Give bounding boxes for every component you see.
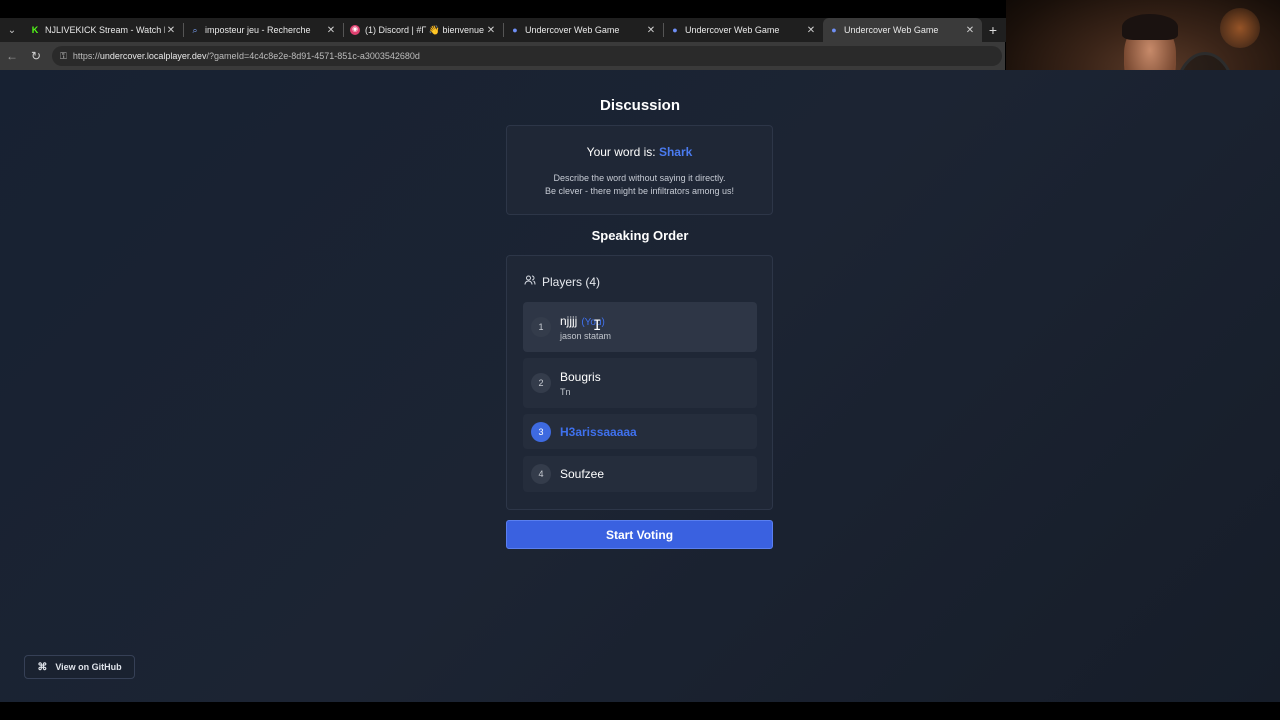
- new-tab-icon[interactable]: +: [982, 22, 1004, 38]
- kick-icon: K: [31, 25, 39, 35]
- user-icon: ●: [831, 25, 837, 35]
- webcam-lamp: [1220, 8, 1260, 48]
- user-icon: ●: [672, 25, 678, 35]
- discord-icon: ◉: [350, 25, 360, 35]
- close-tab-icon[interactable]: ✕: [165, 25, 177, 36]
- tab-title: Undercover Web Game: [525, 25, 620, 35]
- webcam-person-hair: [1122, 14, 1178, 40]
- players-count: Players (4): [542, 274, 601, 289]
- player-subtitle: jason statam: [560, 330, 612, 341]
- player-info: Soufzee: [560, 467, 604, 481]
- word-hint: Describe the word without saying it dire…: [507, 172, 772, 198]
- tab-search-dropdown-icon[interactable]: ⌄: [0, 18, 24, 42]
- url-host: undercover.localplayer.dev: [99, 51, 207, 61]
- secret-word: Shark: [658, 145, 693, 159]
- github-icon: ⌘: [37, 661, 48, 673]
- word-line: Your word is: Shark: [507, 145, 772, 159]
- player-name: njjjj (You): [560, 314, 611, 328]
- player-subtitle: Tn: [560, 386, 571, 397]
- close-tab-icon[interactable]: ✕: [645, 25, 657, 36]
- player-name: Soufzee: [560, 467, 605, 481]
- player-name: Bougris: [560, 369, 601, 384]
- start-voting-button[interactable]: Start Voting: [506, 520, 773, 549]
- url-prefix: https://: [72, 51, 100, 61]
- view-on-github-button[interactable]: ⌘ View on GitHub: [24, 655, 135, 679]
- player-info: njjjj (You) jason statam: [560, 314, 611, 341]
- close-tab-icon[interactable]: ✕: [485, 25, 497, 36]
- reload-icon[interactable]: ↻: [24, 49, 48, 63]
- tab-title: NJLIVEKICK Stream - Watch Live o: [45, 25, 165, 35]
- taskbar-strip: [0, 702, 1280, 720]
- player-number: 3: [531, 421, 551, 442]
- player-info: H3arissaaaaa: [560, 425, 637, 439]
- tab-search[interactable]: ⌕ imposteur jeu - Recherche ✕: [184, 18, 343, 42]
- player-info: Bougris Tn: [560, 370, 601, 397]
- url-path: /?gameId=4c4c8e2e-8d91-4571-851c-a300354…: [206, 51, 420, 61]
- tab-undercover-1[interactable]: ● Undercover Web Game ✕: [504, 18, 663, 42]
- close-tab-icon[interactable]: ✕: [964, 25, 976, 36]
- url-input[interactable]: ⚿ https:// undercover.localplayer.dev /?…: [52, 46, 1002, 66]
- word-card: Your word is: Shark Describe the word wi…: [506, 125, 773, 215]
- player-name-text: njjjj: [560, 313, 578, 328]
- player-number: 4: [531, 464, 551, 484]
- tab-kick[interactable]: K NJLIVEKICK Stream - Watch Live o ✕: [24, 18, 183, 42]
- players-header: Players (4): [524, 274, 600, 289]
- tab-title: Undercover Web Game: [685, 25, 780, 35]
- player-row[interactable]: 4 Soufzee: [523, 456, 757, 492]
- player-number: 2: [531, 373, 551, 393]
- tab-title: imposteur jeu - Recherche: [205, 25, 311, 35]
- close-tab-icon[interactable]: ✕: [805, 25, 817, 36]
- back-arrow-icon[interactable]: ←: [0, 49, 24, 63]
- site-info-icon[interactable]: ⚿: [60, 51, 67, 62]
- tab-bar: ⌄ K NJLIVEKICK Stream - Watch Live o ✕ ⌕…: [0, 18, 1010, 42]
- player-row[interactable]: 2 Bougris Tn: [523, 358, 757, 408]
- tab-undercover-2[interactable]: ● Undercover Web Game ✕: [664, 18, 823, 42]
- github-label: View on GitHub: [55, 662, 122, 672]
- tab-title: (1) Discord | #Γ 👋 bienvenue | K-: [365, 24, 485, 35]
- players-card: Players (4) 1 njjjj (You) jason statam 2 …: [506, 255, 773, 510]
- player-name: H3arissaaaaa: [560, 424, 637, 439]
- text-cursor-icon: I: [593, 318, 602, 334]
- player-number: 1: [531, 317, 551, 337]
- browser-window: ⌄ K NJLIVEKICK Stream - Watch Live o ✕ ⌕…: [0, 0, 1280, 720]
- hint-line-2: Be clever - there might be infiltrators …: [544, 186, 735, 196]
- tab-undercover-active[interactable]: ● Undercover Web Game ✕: [823, 18, 982, 42]
- search-icon: ⌕: [192, 25, 198, 35]
- word-label: Your word is:: [586, 145, 656, 159]
- player-row-current[interactable]: 3 H3arissaaaaa: [523, 414, 757, 449]
- users-icon: [524, 274, 536, 289]
- address-bar: ← ↻ ⚿ https:// undercover.localplayer.de…: [0, 42, 1005, 70]
- user-icon: ●: [512, 25, 518, 35]
- player-row[interactable]: 1 njjjj (You) jason statam: [523, 302, 757, 352]
- discussion-title: Discussion: [599, 97, 681, 114]
- hint-line-1: Describe the word without saying it dire…: [553, 173, 726, 183]
- tab-title: Undercover Web Game: [844, 25, 939, 35]
- close-tab-icon[interactable]: ✕: [325, 25, 337, 36]
- speaking-order-title: Speaking Order: [591, 228, 689, 243]
- tab-discord[interactable]: ◉ (1) Discord | #Γ 👋 bienvenue | K- ✕: [344, 18, 503, 42]
- game-page: Discussion Your word is: Shark Describe …: [0, 70, 1280, 702]
